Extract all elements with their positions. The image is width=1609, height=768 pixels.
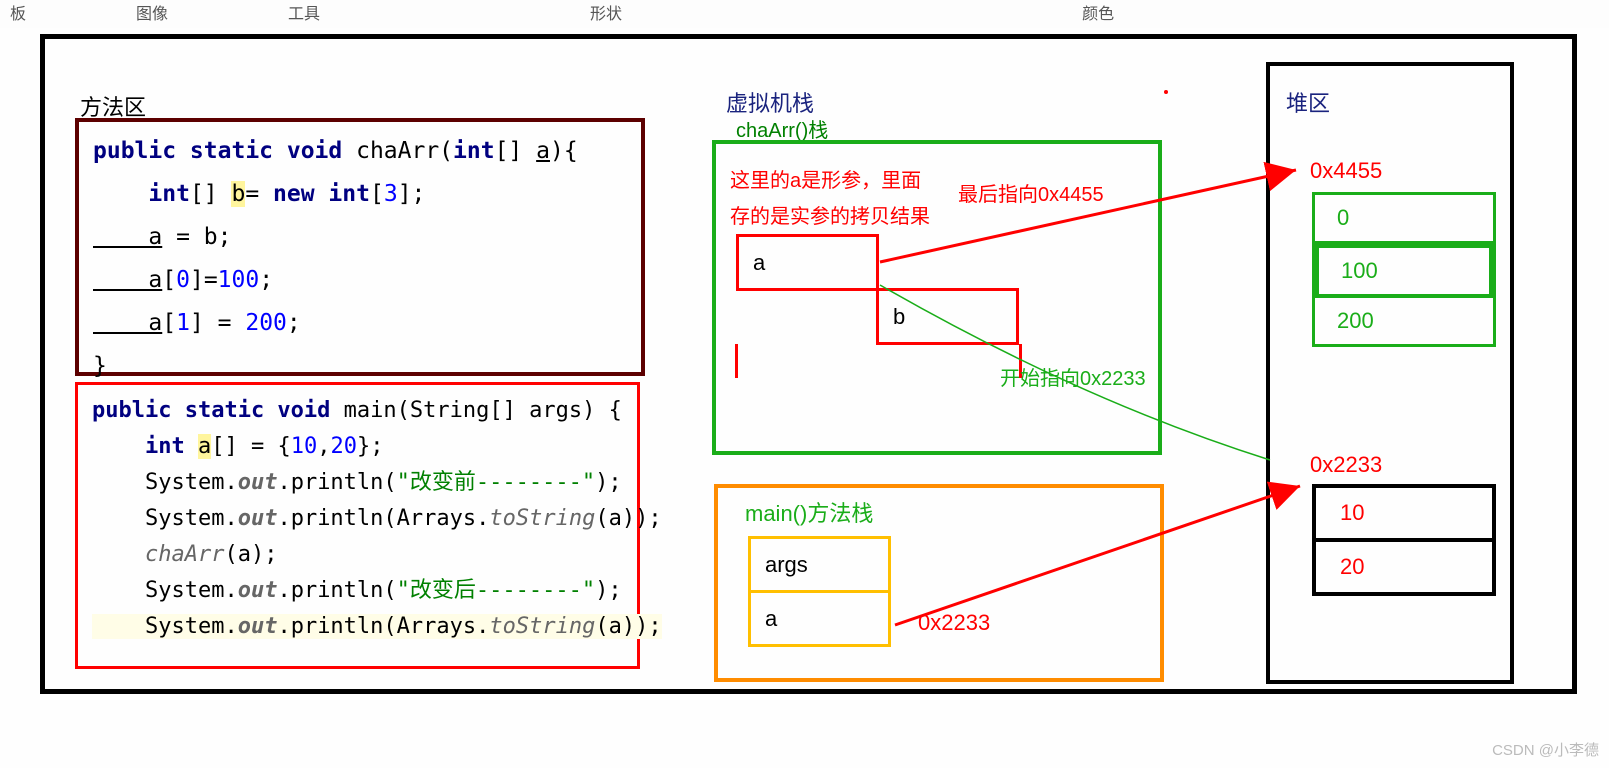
menu-shape[interactable]: 形状 [590,0,622,24]
heap-object-1: 0 100 200 [1312,192,1496,347]
var-b: b [878,290,1018,344]
menu-bar: 板 图像 工具 形状 颜色 [0,0,1609,28]
heap-cell: 10 [1316,488,1492,542]
main-stack-title: main()方法栈 [745,496,873,528]
heap-cell: 200 [1315,298,1493,344]
menu-image[interactable]: 图像 [136,0,168,24]
code-block-chaarr: public static void chaArr(int[] a){ int[… [75,118,645,376]
heap-addr-1: 0x4455 [1310,158,1382,184]
heap-cell: 0 [1315,195,1493,244]
var-a: a [738,236,878,290]
heap-object-2: 10 20 [1312,484,1496,596]
chaarr-stack-title: chaArr()栈 [736,114,828,143]
menu-color[interactable]: 颜色 [1082,0,1114,24]
heap-cell: 100 [1315,244,1493,298]
note-param-a-1: 这里的a是形参，里面 [730,164,921,193]
note-param-a-2: 存的是实参的拷贝结果 [730,200,930,229]
heap-cell: 20 [1316,542,1492,592]
menu-board[interactable]: 板 [10,0,26,24]
main-stack-vars: args a [748,536,891,647]
code-block-main: public static void main(String[] args) {… [75,382,640,669]
heap-addr-2: 0x2233 [1310,452,1382,478]
var-args: args [750,538,890,592]
note-initial-pointer: 开始指向0x2233 [1000,362,1146,391]
chaarr-stack-vars: a b [736,234,1019,345]
var-main-a: a [750,592,890,646]
note-final-pointer: 最后指向0x4455 [958,178,1104,207]
menu-tool[interactable]: 工具 [288,0,320,24]
watermark: CSDN @小李德 [1492,739,1599,760]
main-a-address: 0x2233 [918,610,990,636]
